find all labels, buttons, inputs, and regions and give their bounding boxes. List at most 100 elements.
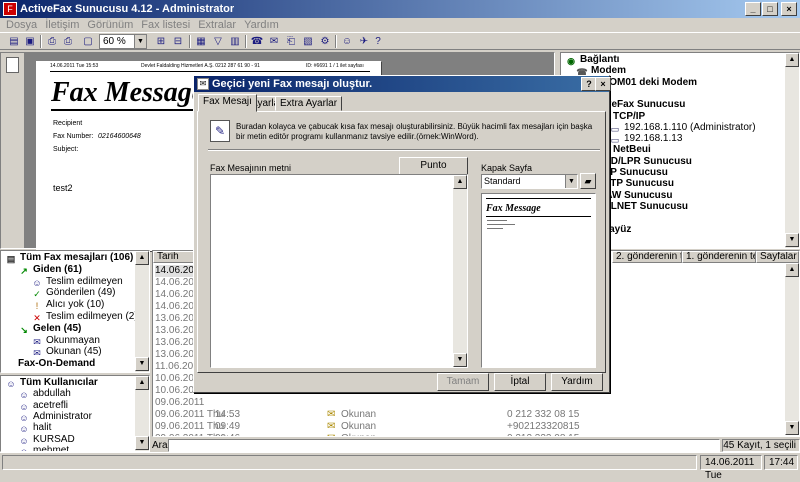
row-date: 09.06.2011 Thu [155,409,225,420]
dialog-title-bar: Geçici yeni Fax mesajı oluştur. [194,76,609,92]
print-preview-icon[interactable]: ⎙ [44,34,60,49]
chevron-down-icon[interactable]: ▼ [565,175,577,188]
header-date: 14.06.2011 Tue 15:53 [50,63,99,69]
table-row[interactable]: 09.06.2011 Thu09:46 ✉ Okunan 0 212 332 08 1… [153,433,785,436]
tab-extra-settings[interactable]: Extra Ayarlar [275,96,343,111]
fax-text-area[interactable]: ▲ ▼ [210,174,468,368]
tree-item-label: Alıcı yok (10) [46,299,105,311]
cover-title-rule [486,216,591,217]
menu-view[interactable]: Görünüm [83,18,137,32]
text-scrollbar[interactable]: ▲ ▼ [453,175,467,367]
scroll-up-icon[interactable]: ▲ [135,376,149,390]
user-icon[interactable]: ☺ [339,34,355,49]
row-date: 09.06.2011 Thu [155,421,225,432]
zoom-out-icon[interactable]: ⊟ [170,34,186,49]
menu-file[interactable]: Dosya [0,18,41,32]
tree-item[interactable]: ☺ mehmet [18,445,69,451]
cancel-button[interactable]: İptal [494,373,546,391]
connection-scrollbar[interactable]: ▲ ▼ [785,53,799,248]
tree-item-label: halit [33,422,52,434]
column-header-pages[interactable]: Sayfalar [756,251,799,263]
scroll-down-icon[interactable]: ▼ [785,233,799,247]
outbox-icon: ↗ [20,265,28,276]
scroll-down-icon[interactable]: ▼ [135,436,149,450]
menu-fax-list[interactable]: Fax listesi [137,18,194,32]
tree-item-label: Fax-On-Demand [18,358,96,370]
status-bar: 14.06.2011 Tue 17:44 [0,452,800,481]
row-phone: +902123320815 [507,421,580,432]
tree-item-label: Okunan (45) [46,346,102,358]
menu-communication[interactable]: İletişim [41,18,83,32]
close-button[interactable]: × [781,2,797,16]
tree-item-label: TELNET Sunucusu [598,200,688,212]
header-rule [50,71,370,72]
column-header-first-sender[interactable]: 1. gönderenin telefo [682,251,756,263]
menu-extras[interactable]: Extralar [194,18,240,32]
tree-item[interactable]: Fax-On-Demand [18,358,95,370]
search-input[interactable] [168,439,720,452]
scroll-up-icon[interactable]: ▲ [785,263,799,277]
help-icon[interactable]: ? [370,34,386,49]
tree-item-label: Teslim edilmeyen (2) [46,311,138,322]
scroll-down-icon[interactable]: ▼ [453,353,467,367]
window-title: ActiveFax Sunucusu 4.12 - Administrator [20,3,235,15]
new-icon[interactable]: ▤ [6,34,22,49]
table-row[interactable]: 09.06.2011 Thu 09:49 ✉ Okunan +902123320815 [153,421,785,433]
tree-item-label: Bağlantı [580,54,620,65]
scroll-up-icon[interactable]: ▲ [453,175,467,189]
document-icon[interactable]: ▧ [300,34,316,49]
user-scrollbar[interactable]: ▲ ▼ [135,376,149,451]
filter-icon[interactable]: ▽ [210,34,226,49]
zoom-select[interactable]: 60 % ▼ [99,34,147,49]
tab-panel: ✎ Buradan kolayca ve çabucak kısa fax me… [197,111,606,373]
column-header-date[interactable]: Tarih [153,251,195,263]
text-label: Fax Mesajının metni [210,163,292,173]
scroll-up-icon[interactable]: ▲ [135,251,149,265]
table-row[interactable]: 09.06.2011 [155,397,204,409]
tree-item-label: Okunmayan [46,334,100,346]
chevron-down-icon[interactable]: ▼ [134,35,146,48]
tree-item[interactable]: TELNET Sunucusu [598,201,688,213]
help-button[interactable]: Yardım [551,373,603,391]
scroll-down-icon[interactable]: ▼ [135,357,149,371]
minimize-button[interactable]: _ [745,2,761,16]
fit-page-icon[interactable]: ▢ [80,34,96,49]
scroll-down-icon[interactable]: ▼ [785,421,799,435]
tree-item-label: Tüm Kullanıcılar [20,377,98,388]
settings-icon[interactable]: ⚙ [317,34,333,49]
page-thumbnail-icon[interactable] [6,57,19,73]
grid-scrollbar[interactable]: ▲ ▼ [785,263,799,435]
cover-select[interactable]: Standard ▼ [481,174,578,189]
columns-icon[interactable]: ▥ [227,34,243,49]
faxnum-value: 02164600648 [98,133,141,140]
tree-item-label: LPD/LPR Sunucusu [598,155,692,167]
cover-preview: Fax Message [481,193,596,368]
font-button[interactable]: Punto [399,157,468,175]
table-row[interactable]: 14.06.2011 [155,265,204,277]
phonebook-icon[interactable]: ☎ [249,34,265,49]
maximize-button[interactable]: □ [762,2,778,16]
folder-scrollbar[interactable]: ▲ ▼ [135,251,149,372]
ok-button[interactable]: Tamam [437,373,489,391]
header-id: ID: #6691 1 / 1 ilet sayfası [306,63,364,69]
dialog-close-button[interactable]: × [595,77,611,91]
status-message [2,455,697,470]
column-header-second-sender[interactable]: 2. gönderenin telefo [612,251,682,263]
envelope-open-icon: ✉ [327,421,336,432]
app-icon[interactable]: F [3,2,17,16]
table-row[interactable]: 09.06.2011 Thu 14:53 ✉ Okunan 0 212 332 08 1… [153,409,785,421]
save-icon[interactable]: ▣ [22,34,38,49]
menu-help[interactable]: Yardım [240,18,283,32]
tab-fax-message[interactable]: Fax Mesajı [198,94,257,112]
open-folder-button[interactable]: ▰ [580,173,596,189]
scroll-up-icon[interactable]: ▲ [785,53,799,67]
recipient-label: Recipient [53,120,83,127]
print-icon[interactable]: ⎙ [60,34,76,49]
cover-label: Kapak Sayfa [481,163,533,173]
fax-send-icon[interactable]: ⎗ [283,34,299,49]
grid-icon[interactable]: ▦ [193,34,209,49]
tree-item[interactable]: LPD/LPR Sunucusu [598,156,692,168]
address-icon[interactable]: ✉ [266,34,282,49]
tree-item-label: abdullah [33,388,71,400]
zoom-in-icon[interactable]: ⊞ [153,34,169,49]
